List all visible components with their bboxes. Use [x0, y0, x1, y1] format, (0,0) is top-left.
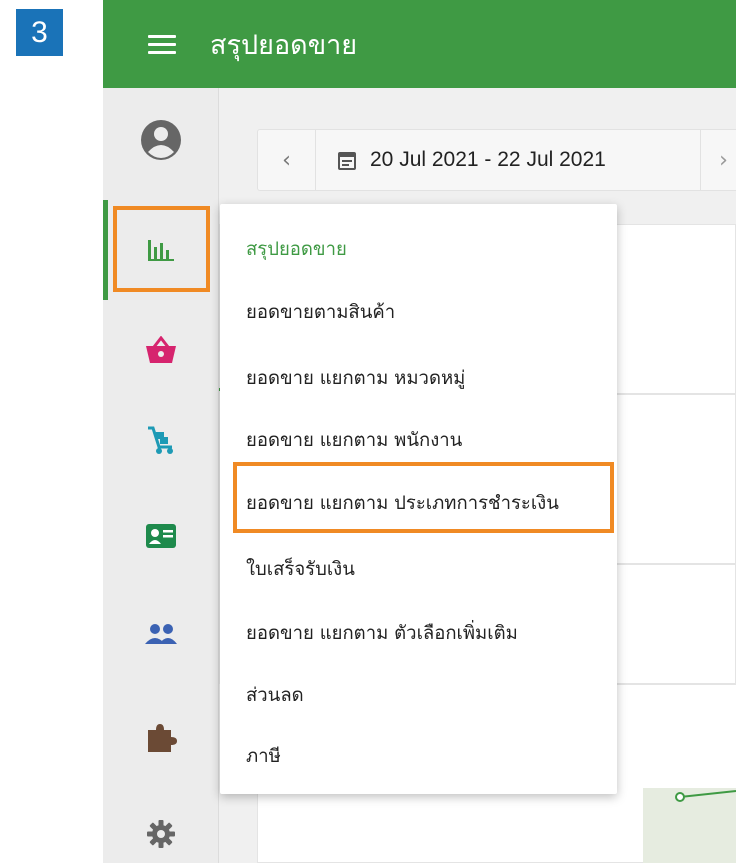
menu-item-sales-by-employee[interactable]: ยอดขาย แยกตาม พนักงาน	[220, 412, 617, 468]
highlight-box-reports	[113, 206, 210, 292]
calendar-icon	[338, 152, 356, 170]
sidebar-item-employees[interactable]	[103, 594, 219, 674]
date-range-picker[interactable]: 20 Jul 2021 - 22 Jul 2021	[316, 148, 700, 172]
sidebar-item-profile[interactable]	[103, 100, 219, 180]
menu-item-receipts[interactable]: ใบเสร็จรับเงิน	[220, 541, 617, 597]
id-card-icon	[146, 524, 176, 548]
menu-item-discounts[interactable]: ส่วนลด	[220, 667, 617, 723]
sidebar-item-members[interactable]	[103, 496, 219, 576]
cart-icon	[148, 426, 173, 454]
sidebar-item-settings[interactable]	[103, 794, 219, 863]
puzzle-icon	[148, 724, 177, 752]
menu-icon[interactable]	[148, 34, 176, 54]
sidebar-item-sales[interactable]	[103, 310, 219, 390]
sidebar-item-purchase[interactable]	[103, 400, 219, 480]
previous-date-button[interactable]: ‹	[258, 130, 316, 190]
step-number-badge: 3	[16, 9, 63, 56]
sidebar	[103, 88, 219, 863]
menu-item-sales-summary[interactable]: สรุปยอดขาย	[220, 221, 617, 277]
menu-item-sales-by-product[interactable]: ยอดขายตามสินค้า	[220, 284, 617, 340]
highlight-box-payment-type	[233, 462, 614, 533]
chart-line	[675, 790, 736, 802]
date-range-text: 20 Jul 2021 - 22 Jul 2021	[370, 148, 606, 171]
date-range-filter: ‹ 20 Jul 2021 - 22 Jul 2021 ›	[257, 129, 736, 191]
gear-icon	[147, 820, 175, 848]
top-app-bar: สรุปยอดขาย	[103, 0, 736, 88]
next-date-button[interactable]: ›	[700, 130, 736, 190]
menu-item-sales-by-category[interactable]: ยอดขาย แยกตาม หมวดหมู่	[220, 350, 617, 406]
profile-icon	[141, 120, 181, 160]
sidebar-item-addons[interactable]	[103, 698, 219, 778]
basket-icon	[146, 336, 176, 363]
people-icon	[145, 624, 177, 644]
menu-item-taxes[interactable]: ภาษี	[220, 728, 617, 784]
menu-item-sales-by-modifier[interactable]: ยอดขาย แยกตาม ตัวเลือกเพิ่มเติม	[220, 605, 617, 661]
page-title: สรุปยอดขาย	[210, 29, 358, 61]
